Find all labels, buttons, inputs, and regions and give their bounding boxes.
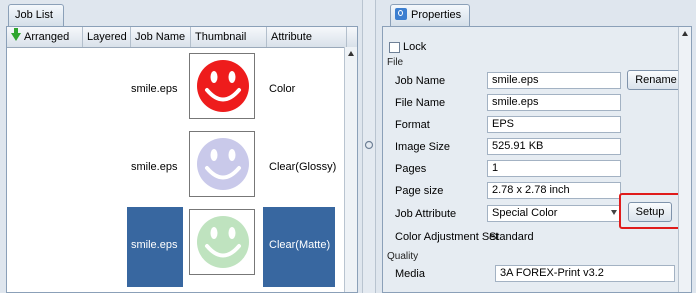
pages-field[interactable]: 1 <box>487 160 621 177</box>
thumbnail-image <box>189 53 255 119</box>
pages-label: Pages <box>395 163 427 175</box>
job-attribute-value: Special Color <box>492 207 558 219</box>
properties-scrollbar[interactable] <box>678 27 691 292</box>
tab-properties[interactable]: Properties <box>390 4 470 26</box>
row-job-name: smile.eps <box>131 83 178 95</box>
panel-splitter[interactable] <box>362 0 376 293</box>
properties-panel: Properties Lock File Job Name smile.eps … <box>376 0 696 293</box>
row-job-name: smile.eps <box>131 161 178 173</box>
file-name-field[interactable]: smile.eps <box>487 94 621 111</box>
format-field[interactable]: EPS <box>487 116 621 133</box>
sort-down-arrow-icon <box>11 28 21 41</box>
row-attribute: Clear(Matte) <box>269 239 331 251</box>
column-thumbnail[interactable]: Thumbnail <box>191 27 267 47</box>
row-attribute: Clear(Glossy) <box>269 161 337 173</box>
column-arranged-label: Arranged <box>24 31 70 43</box>
color-adjustment-label: Color Adjustment Set <box>395 231 499 243</box>
page-size-field[interactable]: 2.78 x 2.78 inch <box>487 182 621 199</box>
column-job-name-label: Job Name <box>135 31 186 43</box>
column-attribute-label: Attribute <box>271 31 312 43</box>
color-adjustment-value: Standard <box>489 231 534 243</box>
image-size-field[interactable]: 525.91 KB <box>487 138 621 155</box>
media-field[interactable]: 3A FOREX-Print v3.2 <box>495 265 675 282</box>
column-layered-label: Layered <box>87 31 127 43</box>
job-name-label: Job Name <box>395 75 446 87</box>
file-section-title: File <box>387 57 404 68</box>
row-job-name: smile.eps <box>131 239 178 251</box>
job-attribute-select[interactable]: Special Color <box>487 205 621 222</box>
rename-button[interactable]: Rename <box>627 70 685 90</box>
vertical-scrollbar[interactable] <box>344 47 357 292</box>
splitter-handle-icon[interactable] <box>364 140 374 150</box>
smiley-face-icon <box>197 138 249 190</box>
tab-job-list[interactable]: Job List <box>8 4 64 26</box>
job-attribute-label: Job Attribute <box>395 208 457 220</box>
smiley-face-icon <box>197 216 249 268</box>
tab-job-list-label: Job List <box>15 9 53 21</box>
quality-section-title: Quality <box>387 251 419 262</box>
thumbnail-image <box>189 209 255 275</box>
lock-label: Lock <box>403 41 427 53</box>
image-size-label: Image Size <box>395 141 451 153</box>
column-attribute[interactable]: Attribute <box>267 27 347 47</box>
column-thumbnail-label: Thumbnail <box>195 31 247 43</box>
scroll-up-arrow-icon[interactable] <box>348 51 354 56</box>
format-label: Format <box>395 119 430 131</box>
page-size-label: Page size <box>395 185 444 197</box>
properties-content: Lock File Job Name smile.eps Rename File… <box>382 26 692 293</box>
thumbnail-image <box>189 131 255 197</box>
job-list-panel: Job List Arranged Layered Job Name Thumb… <box>0 0 362 293</box>
file-name-label: File Name <box>395 97 446 109</box>
smiley-face-icon <box>197 60 249 112</box>
job-list-header: Arranged Layered Job Name Thumbnail Attr… <box>7 27 357 48</box>
column-job-name[interactable]: Job Name <box>131 27 191 47</box>
media-label: Media <box>395 268 425 280</box>
column-arranged[interactable]: Arranged <box>7 27 83 47</box>
tab-properties-label: Properties <box>411 9 462 21</box>
row-attribute: Color <box>269 83 296 95</box>
dropdown-arrow-icon <box>611 210 617 215</box>
job-list-table: Arranged Layered Job Name Thumbnail Attr… <box>6 26 358 293</box>
setup-highlight-box <box>619 193 681 229</box>
scroll-up-arrow-icon[interactable] <box>682 31 688 36</box>
column-layered[interactable]: Layered <box>83 27 131 47</box>
lock-checkbox[interactable] <box>389 42 400 53</box>
properties-icon <box>395 8 407 20</box>
job-name-field[interactable]: smile.eps <box>487 72 621 89</box>
